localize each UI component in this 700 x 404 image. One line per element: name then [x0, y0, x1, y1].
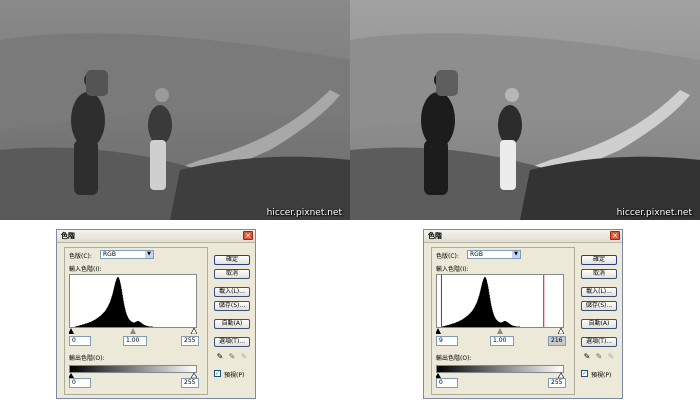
- gamma-handle[interactable]: [130, 328, 136, 334]
- preview-label: 預視(P): [591, 372, 612, 379]
- input-white-field[interactable]: 255: [181, 336, 199, 346]
- channel-label: 色版(C):: [69, 253, 92, 260]
- photo-adjusted: hiccer.pixnet.net: [350, 0, 700, 220]
- cancel-button[interactable]: 取消: [214, 269, 250, 279]
- cancel-button[interactable]: 取消: [581, 269, 617, 279]
- channel-select[interactable]: RGB ▼: [467, 250, 521, 259]
- input-white-field[interactable]: 216: [548, 336, 566, 346]
- histogram: [69, 274, 197, 328]
- output-black-field[interactable]: 0: [69, 378, 91, 388]
- channel-value: RGB: [470, 251, 483, 258]
- dialog-title: 色階: [61, 232, 75, 240]
- input-gamma-field[interactable]: 1.00: [490, 336, 514, 346]
- histogram-chart: [70, 277, 196, 327]
- load-button[interactable]: 載入(L)...: [581, 287, 617, 297]
- preview-label: 預視(P): [224, 372, 245, 379]
- input-levels-label: 輸入色階(I):: [436, 266, 469, 273]
- preview-checkbox[interactable]: ✓: [581, 370, 588, 377]
- gray-eyedropper-icon[interactable]: ✎: [227, 352, 237, 362]
- black-point-handle[interactable]: [436, 328, 441, 334]
- histogram: [436, 274, 564, 328]
- load-button[interactable]: 載入(L)...: [214, 287, 250, 297]
- output-gradient: [436, 365, 564, 373]
- channel-value: RGB: [103, 251, 116, 258]
- input-slider[interactable]: [436, 328, 564, 334]
- histogram-area: [70, 277, 196, 327]
- white-eyedropper-icon[interactable]: ✎: [606, 352, 616, 362]
- input-levels-label: 輸入色階(I):: [69, 266, 102, 273]
- gray-eyedropper-icon[interactable]: ✎: [594, 352, 604, 362]
- output-levels-label: 輸出色階(O):: [69, 355, 105, 362]
- output-white-field[interactable]: 255: [548, 378, 566, 388]
- input-gamma-field[interactable]: 1.00: [123, 336, 147, 346]
- levels-dialog-right: 色階 ✕ 色版(C): RGB ▼ 輸入色階(I): 9 1.00 216 輸出…: [423, 229, 623, 399]
- close-icon[interactable]: ✕: [243, 231, 253, 240]
- black-eyedropper-icon[interactable]: ✎: [215, 352, 225, 362]
- chevron-down-icon: ▼: [512, 251, 520, 258]
- ok-button[interactable]: 確定: [581, 255, 617, 265]
- black-eyedropper-icon[interactable]: ✎: [582, 352, 592, 362]
- chevron-down-icon: ▼: [145, 251, 153, 258]
- white-point-handle[interactable]: [190, 328, 197, 334]
- save-button[interactable]: 儲存(S)...: [581, 301, 617, 311]
- dialog-titlebar: 色階 ✕: [57, 230, 255, 243]
- levels-dialog-left: 色階 ✕ 色版(C): RGB ▼ 輸入色階(I): 0 1.00 255 輸出…: [56, 229, 256, 399]
- white-point-handle[interactable]: [557, 328, 564, 334]
- output-white-field[interactable]: 255: [181, 378, 199, 388]
- watermark-right: hiccer.pixnet.net: [616, 208, 692, 218]
- ok-button[interactable]: 確定: [214, 255, 250, 265]
- watermark-left: hiccer.pixnet.net: [266, 208, 342, 218]
- hikers-photo-original: [0, 0, 350, 220]
- dialog-titlebar: 色階 ✕: [424, 230, 622, 243]
- output-black-field[interactable]: 0: [436, 378, 458, 388]
- black-point-handle[interactable]: [69, 328, 74, 334]
- channel-select[interactable]: RGB ▼: [100, 250, 154, 259]
- auto-button[interactable]: 自動(A): [581, 319, 617, 329]
- dialog-title: 色階: [428, 232, 442, 240]
- output-levels-label: 輸出色階(O):: [436, 355, 472, 362]
- auto-button[interactable]: 自動(A): [214, 319, 250, 329]
- save-button[interactable]: 儲存(S)...: [214, 301, 250, 311]
- channel-label: 色版(C):: [436, 253, 459, 260]
- gamma-handle[interactable]: [497, 328, 503, 334]
- preview-checkbox[interactable]: ✓: [214, 370, 221, 377]
- photo-original: hiccer.pixnet.net: [0, 0, 350, 220]
- options-button[interactable]: 選項(T)...: [581, 337, 617, 347]
- close-icon[interactable]: ✕: [610, 231, 620, 240]
- input-black-field[interactable]: 0: [69, 336, 91, 346]
- hikers-photo-adjusted: [350, 0, 700, 220]
- input-black-field[interactable]: 9: [436, 336, 458, 346]
- input-slider[interactable]: [69, 328, 197, 334]
- histogram-chart: [437, 275, 563, 327]
- white-eyedropper-icon[interactable]: ✎: [239, 352, 249, 362]
- options-button[interactable]: 選項(T)...: [214, 337, 250, 347]
- output-gradient: [69, 365, 197, 373]
